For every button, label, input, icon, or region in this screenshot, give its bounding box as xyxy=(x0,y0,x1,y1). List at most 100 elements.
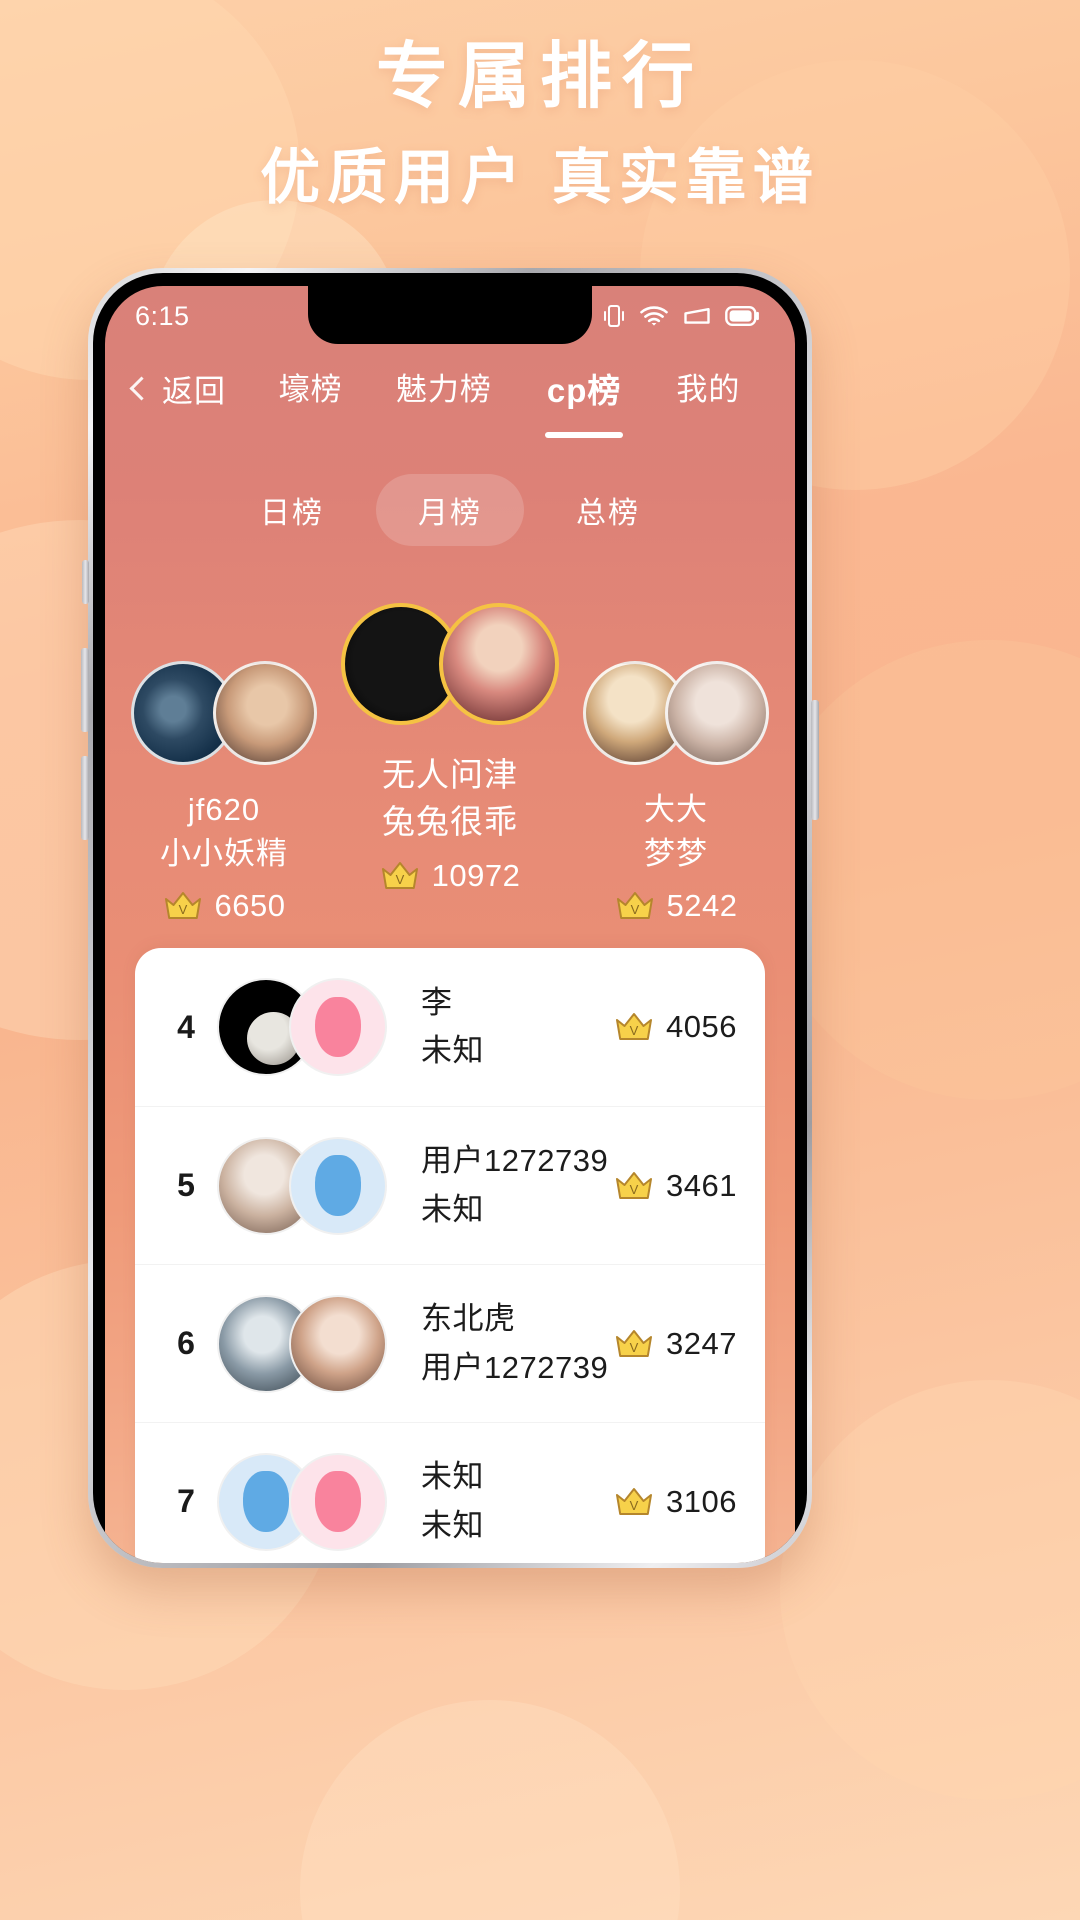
crown-icon: V xyxy=(616,892,653,920)
tab-label: cp榜 xyxy=(546,372,622,409)
avatar-pair xyxy=(567,638,785,788)
tab-label: 魅力榜 xyxy=(395,372,492,407)
avatar-pair xyxy=(341,576,559,752)
crown-icon: V xyxy=(164,892,201,920)
podium-score-value: 6650 xyxy=(214,888,286,924)
tab-cp-bang[interactable]: cp榜 xyxy=(539,362,629,438)
podium-score: V 6650 xyxy=(115,888,333,924)
podium-score: V 5242 xyxy=(567,888,785,924)
table-row[interactable]: 7 未知 未知 V 3106 xyxy=(135,1422,765,1563)
table-row[interactable]: 4 李 未知 V 4056 xyxy=(135,948,765,1106)
subtab-monthly[interactable]: 月榜 xyxy=(376,474,524,546)
svg-text:V: V xyxy=(630,902,639,917)
row-rank: 5 xyxy=(177,1167,195,1204)
avatar xyxy=(289,1294,387,1393)
row-name-bottom: 未知 xyxy=(421,1191,484,1227)
row-rank: 4 xyxy=(177,1008,195,1045)
podium-name-top: jf620 xyxy=(187,792,261,827)
row-name-bottom: 未知 xyxy=(421,1033,484,1069)
row-score-value: 3247 xyxy=(666,1325,737,1361)
avatar xyxy=(213,661,317,765)
row-names: 用户1272739 未知 xyxy=(421,1137,614,1233)
podium-name-bottom: 小小妖精 xyxy=(160,836,288,872)
ranking-list: 4 李 未知 V 4056 5 用户1272739 未知 V 3461 6 东北… xyxy=(135,948,765,1563)
nav-bar: 返回 壕榜 魅力榜 cp榜 我的 xyxy=(105,346,795,438)
svg-text:V: V xyxy=(630,1023,639,1038)
podium-rank-2[interactable]: jf620 小小妖精 V 6650 xyxy=(115,576,333,924)
row-name-top: 东北虎 xyxy=(421,1301,516,1337)
row-name-bottom: 用户1272739 xyxy=(421,1349,609,1385)
podium-name-top: 无人问津 xyxy=(382,756,518,793)
row-score: V 3247 xyxy=(614,1326,737,1362)
avatar xyxy=(665,661,769,765)
podium-rank-1[interactable]: 无人问津 兔兔很乖 V 10972 xyxy=(341,576,559,894)
poster-page: 专属排行 优质用户 真实靠谱 6:15 返回 壕榜 魅力榜 cp榜 我的 日榜 … xyxy=(0,0,1080,1920)
avatar-pair xyxy=(217,1136,387,1235)
tab-label: 壕榜 xyxy=(278,372,343,407)
row-score-value: 3106 xyxy=(666,1483,737,1519)
signal-icon xyxy=(682,304,712,328)
row-name-top: 未知 xyxy=(421,1459,484,1495)
chevron-left-icon xyxy=(129,376,154,401)
headline-line-1: 专属排行 xyxy=(375,37,704,117)
avatar xyxy=(289,978,387,1077)
poster-headline: 专属排行 优质用户 真实靠谱 xyxy=(0,34,1080,215)
avatar-pair xyxy=(217,1294,387,1393)
battery-icon xyxy=(725,305,761,327)
crown-icon: V xyxy=(616,1013,653,1041)
table-row[interactable]: 6 东北虎 用户1272739 V 3247 xyxy=(135,1264,765,1422)
svg-text:V: V xyxy=(630,1182,639,1197)
avatar-pair xyxy=(217,978,387,1077)
wifi-icon xyxy=(639,304,669,328)
background-blob xyxy=(300,1700,680,1920)
phone-volume-down-button xyxy=(81,756,89,840)
podium-rank-3[interactable]: 大大 梦梦 V 5242 xyxy=(567,576,785,924)
row-score: V 3106 xyxy=(614,1484,737,1520)
subtab-label: 日榜 xyxy=(260,497,324,530)
svg-text:V: V xyxy=(630,1498,639,1513)
row-names: 东北虎 用户1272739 xyxy=(421,1295,614,1391)
avatar-pair xyxy=(115,638,333,788)
podium-name-bottom: 梦梦 xyxy=(644,836,708,872)
avatar-pair xyxy=(217,1452,387,1551)
podium-name-top: 大大 xyxy=(644,792,708,827)
phone-notch xyxy=(308,286,592,344)
tab-meili-bang[interactable]: 魅力榜 xyxy=(390,362,498,409)
tab-wode[interactable]: 我的 xyxy=(670,362,746,409)
crown-icon: V xyxy=(381,861,418,889)
tab-hao-bang[interactable]: 壕榜 xyxy=(273,362,349,409)
podium-score-value: 5242 xyxy=(666,888,738,924)
subtab-label: 月榜 xyxy=(418,497,482,530)
row-score: V 4056 xyxy=(614,1009,737,1045)
svg-text:V: V xyxy=(178,902,187,917)
phone-screen: 6:15 返回 壕榜 魅力榜 cp榜 我的 日榜 月榜 总榜 jf620 小小妖… xyxy=(105,286,795,1563)
row-score-value: 4056 xyxy=(666,1009,737,1045)
crown-icon: V xyxy=(616,1329,653,1357)
active-tab-indicator xyxy=(545,432,624,438)
svg-text:V: V xyxy=(630,1340,639,1355)
row-score-value: 3461 xyxy=(666,1167,737,1203)
podium-score-value: 10972 xyxy=(431,857,521,893)
svg-text:V: V xyxy=(395,872,404,887)
subtab-total[interactable]: 总榜 xyxy=(534,474,682,546)
avatar xyxy=(439,603,559,725)
podium-score: V 10972 xyxy=(341,858,559,894)
podium: jf620 小小妖精 V 6650 无人问津 兔兔很乖 V 10972 大大 梦… xyxy=(105,576,795,924)
back-button-label: 返回 xyxy=(162,374,226,409)
avatar xyxy=(289,1452,387,1551)
period-segmented-control: 日榜 月榜 总榜 xyxy=(105,474,795,546)
row-name-top: 李 xyxy=(421,984,453,1020)
table-row[interactable]: 5 用户1272739 未知 V 3461 xyxy=(135,1106,765,1264)
row-rank: 7 xyxy=(177,1483,195,1520)
status-icons xyxy=(602,303,761,329)
avatar xyxy=(289,1136,387,1235)
back-button[interactable]: 返回 xyxy=(129,362,226,411)
row-name-top: 用户1272739 xyxy=(421,1143,609,1179)
row-name-bottom: 未知 xyxy=(421,1507,484,1543)
subtab-daily[interactable]: 日榜 xyxy=(218,474,366,546)
background-blob xyxy=(780,1380,1080,1800)
tab-label: 我的 xyxy=(676,372,741,407)
vibrate-icon xyxy=(602,303,626,329)
podium-name-bottom: 兔兔很乖 xyxy=(382,802,518,840)
row-names: 未知 未知 xyxy=(421,1453,614,1549)
